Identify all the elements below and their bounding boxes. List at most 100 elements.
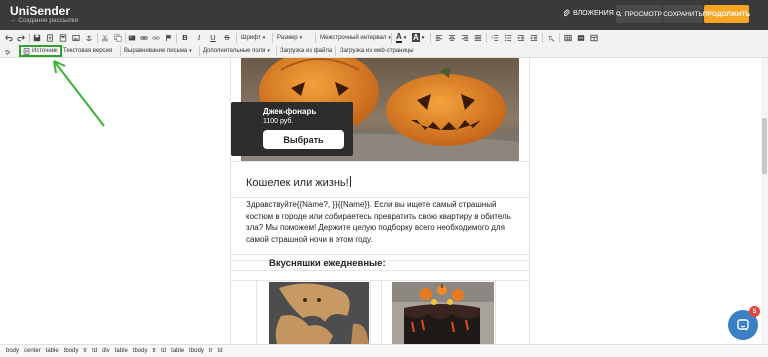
path-element-td[interactable]: td <box>218 348 223 354</box>
attachments-button[interactable]: ВЛОЖЕНИЯ ▾ <box>562 9 620 17</box>
redo-icon[interactable] <box>16 32 26 43</box>
undo-icon[interactable] <box>4 32 14 43</box>
brand-logo[interactable]: UniSender <box>10 4 70 18</box>
toolbar-divider <box>315 33 316 43</box>
path-element-center[interactable]: center <box>24 348 41 354</box>
toolbar-divider <box>272 33 273 43</box>
strikethrough-button[interactable]: S <box>222 32 232 43</box>
align-justify-icon[interactable] <box>473 32 483 43</box>
copy-icon[interactable] <box>113 32 123 43</box>
anchor-icon[interactable] <box>84 32 94 43</box>
bullet-list-icon[interactable] <box>503 32 513 43</box>
email-paragraph[interactable]: Здравствуйте{{Name?, }}{{Name}}. Если вы… <box>246 199 518 245</box>
size-dropdown[interactable]: Размер ▾ <box>277 32 302 43</box>
path-element-div[interactable]: div <box>102 348 110 354</box>
scrollbar-track[interactable] <box>761 58 768 344</box>
italic-button[interactable]: I <box>194 32 204 43</box>
align-center-icon[interactable] <box>447 32 457 43</box>
path-element-tbody[interactable]: tbody <box>64 348 79 354</box>
outdent-icon[interactable] <box>516 32 526 43</box>
toolbar-divider <box>125 33 126 43</box>
email-body[interactable]: Джек-фонарь 1100 руб. Выбрать Кошелек ил… <box>230 58 530 344</box>
clear-format-icon[interactable]: T <box>546 32 556 43</box>
toolbar-divider <box>276 46 277 56</box>
path-element-td[interactable]: td <box>161 348 166 354</box>
line-spacing-label: Межстрочный интервал <box>320 34 387 41</box>
path-element-tr[interactable]: tr <box>83 348 87 354</box>
new-page-icon[interactable] <box>45 32 55 43</box>
block-divider <box>231 197 529 198</box>
image-icon[interactable] <box>71 32 81 43</box>
font-dropdown-label: Шрифт <box>241 34 261 41</box>
flag-icon[interactable] <box>164 32 174 43</box>
annotation-arrow-icon <box>53 60 105 127</box>
align-left-icon[interactable] <box>434 32 444 43</box>
chevron-down-icon: ▾ <box>267 47 270 54</box>
toolbar-row-2: ab Текстовая версия Выравнивание письма ▾… <box>0 45 768 57</box>
image-insert-icon[interactable] <box>127 32 137 43</box>
toolbar-divider <box>391 33 392 43</box>
block-divider <box>231 161 529 162</box>
underline-button[interactable]: U <box>208 32 218 43</box>
indent-icon[interactable] <box>529 32 539 43</box>
path-element-tr[interactable]: tr <box>152 348 156 354</box>
upload-file-button[interactable]: Загрузка из файла <box>280 45 332 56</box>
attachments-label: ВЛОЖЕНИЯ <box>573 9 614 17</box>
path-element-td[interactable]: td <box>92 348 97 354</box>
special-char-icon[interactable] <box>589 32 599 43</box>
email-headline[interactable]: Кошелек или жизнь! <box>246 176 351 189</box>
numbered-list-icon[interactable]: 12 <box>490 32 500 43</box>
chevron-down-icon: ▾ <box>403 34 407 41</box>
toolbar-divider <box>199 46 200 56</box>
preview-label: ПРОСМОТР <box>624 10 662 18</box>
horizontal-rule-icon[interactable] <box>576 32 586 43</box>
scrollbar-thumb[interactable] <box>762 118 767 174</box>
toolbar-divider <box>542 33 543 43</box>
align-right-icon[interactable] <box>460 32 470 43</box>
cut-icon[interactable] <box>100 32 110 43</box>
align-letter-dropdown[interactable]: Выравнивание письма ▾ <box>124 45 192 56</box>
path-element-tr[interactable]: tr <box>209 348 213 354</box>
path-element-table[interactable]: table <box>46 348 59 354</box>
search-icon <box>616 11 622 17</box>
spellcheck-icon[interactable]: ab <box>4 45 14 56</box>
upload-web-button[interactable]: Загрузка из web-страницы <box>340 45 414 56</box>
choose-button[interactable]: Выбрать <box>263 130 344 149</box>
bold-button[interactable]: B <box>180 32 190 43</box>
path-element-table[interactable]: table <box>115 348 128 354</box>
path-element-table[interactable]: table <box>171 348 184 354</box>
save-button[interactable]: СОХРАНИТЬ <box>663 5 703 23</box>
product-cell-right <box>381 280 496 344</box>
table-icon[interactable] <box>563 32 573 43</box>
product-price: 1100 руб. <box>263 118 294 125</box>
toolbar-divider <box>335 46 336 56</box>
path-element-body[interactable]: body <box>6 348 19 354</box>
continue-button[interactable]: ПРОДОЛЖИТЬ <box>703 5 750 23</box>
save-icon[interactable] <box>32 32 42 43</box>
link-icon[interactable] <box>139 32 149 43</box>
text-color-label: A <box>396 31 402 43</box>
source-label: Источник <box>32 48 58 54</box>
paperclip-icon <box>563 9 570 17</box>
font-dropdown[interactable]: Шрифт ▾ <box>241 32 265 43</box>
element-path-bar: body center table tbody tr td div table tbody tr t… <box>0 344 768 357</box>
path-element-tbody[interactable]: tbody <box>133 348 148 354</box>
cookies-photo <box>269 282 369 344</box>
path-element-tbody[interactable]: tbody <box>189 348 204 354</box>
text-cursor <box>349 176 351 187</box>
bg-color-label: A <box>412 33 420 42</box>
text-color-dropdown[interactable]: A ▾ <box>396 32 406 43</box>
notification-badge: 5 <box>749 306 760 317</box>
email-subheading[interactable]: Вкусняшки ежедневные: <box>269 258 386 269</box>
toolbar-row-1: B I U S Шрифт ▾ Размер ▾ Межстрочный интер… <box>0 32 768 45</box>
bg-color-dropdown[interactable]: A ▾ <box>412 32 424 43</box>
toolbar-divider <box>236 33 237 43</box>
extra-fields-dropdown[interactable]: Дополнительные поля ▾ <box>203 45 270 56</box>
toolbar-divider <box>486 33 487 43</box>
unlink-icon[interactable] <box>151 32 161 43</box>
preview-button[interactable]: ПРОСМОТР <box>616 5 662 23</box>
editor-toolbar: B I U S Шрифт ▾ Размер ▾ Межстрочный интер… <box>0 30 768 58</box>
line-spacing-dropdown[interactable]: Межстрочный интервал ▾ <box>320 32 391 43</box>
template-icon[interactable] <box>58 32 68 43</box>
back-link[interactable]: ← Создание рассылки <box>10 17 78 24</box>
